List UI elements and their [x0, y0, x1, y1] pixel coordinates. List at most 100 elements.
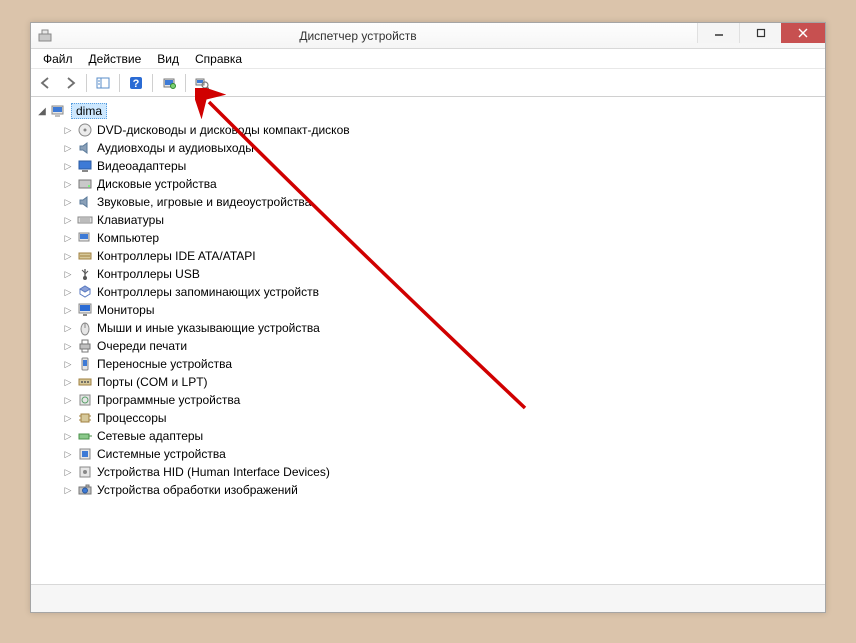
- scan-hardware-button[interactable]: [158, 72, 180, 94]
- expander-icon[interactable]: ▷: [63, 179, 73, 190]
- tree-node-label: Порты (COM и LPT): [97, 375, 208, 389]
- tree-node-label: Видеоадаптеры: [97, 159, 186, 173]
- tree-node[interactable]: ▷Системные устройства: [63, 445, 819, 463]
- caption-buttons: [697, 23, 825, 43]
- tree-node-label: Программные устройства: [97, 393, 240, 407]
- sys-icon: [77, 446, 93, 462]
- tree-node[interactable]: ▷ Мониторы: [63, 301, 819, 319]
- computer-icon: [77, 230, 93, 246]
- tree-node-label: Устройства HID (Human Interface Devices): [97, 465, 330, 479]
- show-hidden-devices-button[interactable]: [191, 72, 213, 94]
- forward-arrow-icon: [63, 76, 77, 90]
- expander-icon[interactable]: ▷: [63, 395, 73, 406]
- cpu-icon: [77, 410, 93, 426]
- tree-node[interactable]: ▷Контроллеры IDE ATA/ATAPI: [63, 247, 819, 265]
- back-button[interactable]: [35, 72, 57, 94]
- scan-icon: [162, 76, 176, 90]
- expander-icon[interactable]: ▷: [63, 431, 73, 442]
- tree-node[interactable]: ▷ Компьютер: [63, 229, 819, 247]
- tree-node-label: Контроллеры USB: [97, 267, 200, 281]
- maximize-button[interactable]: [739, 23, 781, 43]
- expander-icon[interactable]: ▷: [63, 359, 73, 370]
- tree-node[interactable]: ▷Сетевые адаптеры: [63, 427, 819, 445]
- net-icon: [77, 428, 93, 444]
- tree-node[interactable]: ▷ Клавиатуры: [63, 211, 819, 229]
- expander-icon[interactable]: ▷: [63, 143, 73, 154]
- toolbar-separator: [119, 74, 120, 92]
- forward-button[interactable]: [59, 72, 81, 94]
- monitor-icon: [77, 302, 93, 318]
- expander-icon[interactable]: ▷: [63, 233, 73, 244]
- menu-action[interactable]: Действие: [81, 50, 150, 68]
- tree-node[interactable]: ▷ Дисковые устройства: [63, 175, 819, 193]
- expander-icon[interactable]: ▷: [63, 485, 73, 496]
- expander-icon[interactable]: ◢: [37, 106, 47, 117]
- back-arrow-icon: [39, 76, 53, 90]
- tree-node[interactable]: ▷ Устройства обработки изображений: [63, 481, 819, 499]
- audio-icon: [77, 140, 93, 156]
- portable-icon: [77, 356, 93, 372]
- toolbar-separator: [86, 74, 87, 92]
- tree-root-row[interactable]: ◢ dima: [37, 103, 819, 119]
- tree-node[interactable]: ▷ Процессоры: [63, 409, 819, 427]
- camera-icon: [77, 482, 93, 498]
- usb-icon: [77, 266, 93, 282]
- tree-node[interactable]: ▷Контроллеры запоминающих устройств: [63, 283, 819, 301]
- tree-node-label: Дисковые устройства: [97, 177, 217, 191]
- tree-node-label: Звуковые, игровые и видеоустройства: [97, 195, 311, 209]
- tree-node[interactable]: ▷ Программные устройства: [63, 391, 819, 409]
- tree-node[interactable]: ▷Аудиовходы и аудиовыходы: [63, 139, 819, 157]
- menu-help[interactable]: Справка: [187, 50, 250, 68]
- tree-node[interactable]: ▷ Контроллеры USB: [63, 265, 819, 283]
- tree-node[interactable]: ▷ Звуковые, игровые и видеоустройства: [63, 193, 819, 211]
- close-button[interactable]: [781, 23, 825, 43]
- svg-text:?: ?: [133, 78, 140, 90]
- expander-icon[interactable]: ▷: [63, 467, 73, 478]
- status-bar: [31, 584, 825, 612]
- expander-icon[interactable]: ▷: [63, 161, 73, 172]
- toolbar: ?: [31, 69, 825, 97]
- tree-node[interactable]: ▷ Мыши и иные указывающие устройства: [63, 319, 819, 337]
- expander-icon[interactable]: ▷: [63, 377, 73, 388]
- expander-icon[interactable]: ▷: [63, 341, 73, 352]
- tree-root-label[interactable]: dima: [71, 103, 107, 119]
- tree-node-label: Компьютер: [97, 231, 159, 245]
- menu-view[interactable]: Вид: [149, 50, 187, 68]
- tree-pane-icon: [96, 76, 110, 90]
- tree-node[interactable]: ▷ Видеоадаптеры: [63, 157, 819, 175]
- expander-icon[interactable]: ▷: [63, 251, 73, 262]
- tree-node-label: Устройства обработки изображений: [97, 483, 298, 497]
- tree-node[interactable]: ▷DVD-дисководы и дисководы компакт-диско…: [63, 121, 819, 139]
- window-title: Диспетчер устройств: [31, 29, 685, 43]
- expander-icon[interactable]: ▷: [63, 287, 73, 298]
- tree-node-label: Мониторы: [97, 303, 154, 317]
- soft-icon: [77, 392, 93, 408]
- expander-icon[interactable]: ▷: [63, 305, 73, 316]
- tree-node[interactable]: ▷ Устройства HID (Human Interface Devices…: [63, 463, 819, 481]
- expander-icon[interactable]: ▷: [63, 413, 73, 424]
- expander-icon[interactable]: ▷: [63, 323, 73, 334]
- minimize-button[interactable]: [697, 23, 739, 43]
- tree-node-label: Очереди печати: [97, 339, 187, 353]
- menu-file[interactable]: Файл: [35, 50, 81, 68]
- expander-icon[interactable]: ▷: [63, 449, 73, 460]
- tree-node[interactable]: ▷ Порты (COM и LPT): [63, 373, 819, 391]
- expander-icon[interactable]: ▷: [63, 125, 73, 136]
- help-button[interactable]: ?: [125, 72, 147, 94]
- expander-icon[interactable]: ▷: [63, 215, 73, 226]
- storage-icon: [77, 284, 93, 300]
- audio-icon: [77, 194, 93, 210]
- expander-icon[interactable]: ▷: [63, 269, 73, 280]
- tree-node-label: Переносные устройства: [97, 357, 232, 371]
- toolbar-separator: [152, 74, 153, 92]
- disc-icon: [77, 122, 93, 138]
- expander-icon[interactable]: ▷: [63, 197, 73, 208]
- show-hide-tree-button[interactable]: [92, 72, 114, 94]
- tree-node[interactable]: ▷ Переносные устройства: [63, 355, 819, 373]
- device-manager-window: Диспетчер устройств Файл Действие Вид Сп…: [30, 22, 826, 613]
- tree-node-label: Мыши и иные указывающие устройства: [97, 321, 320, 335]
- tree-node-label: Процессоры: [97, 411, 167, 425]
- tree-node[interactable]: ▷ Очереди печати: [63, 337, 819, 355]
- device-tree[interactable]: ◢ dima ▷DVD-дисководы и дисководы компак…: [31, 97, 825, 584]
- tree-node-label: Клавиатуры: [97, 213, 164, 227]
